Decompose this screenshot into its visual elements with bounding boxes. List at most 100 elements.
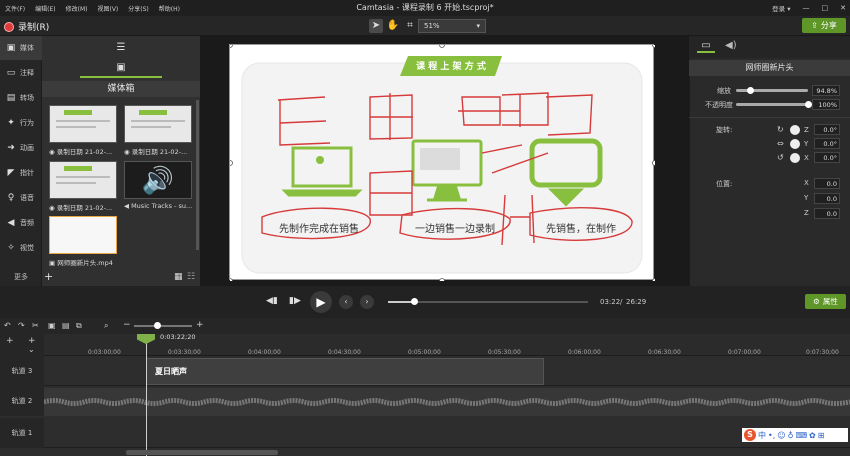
sogou-logo-icon[interactable]: S <box>744 429 756 441</box>
rotate-x-dial-icon[interactable] <box>790 153 800 163</box>
zoom-select[interactable]: 51% ▾ <box>418 19 486 33</box>
clip-track3[interactable]: 夏日晒声 <box>146 358 544 385</box>
timeline-zoom-slider[interactable] <box>134 325 192 327</box>
rotate-y-icon[interactable]: ⇔ <box>777 139 784 148</box>
nav-item-transitions[interactable]: ▤ 转场 <box>0 86 42 110</box>
bin-item[interactable]: 🔊 ◀ Music Tracks - su... <box>124 161 192 214</box>
ime-mode-icon[interactable]: 中 <box>758 430 766 441</box>
ruler-tick: 0:03:00;00 <box>88 349 121 356</box>
nav-item-animations[interactable]: ➜ 动画 <box>0 136 42 160</box>
nav-item-audio[interactable]: ◀ 音频 <box>0 211 42 235</box>
rotate-x-icon[interactable]: ↺ <box>777 153 784 162</box>
menu-share[interactable]: 分享(S) <box>123 4 154 13</box>
add-media-icon[interactable]: + <box>44 270 53 283</box>
emoji-icon[interactable]: ☺ <box>777 431 785 440</box>
nav-item-behaviors[interactable]: ✦ 行为 <box>0 111 42 135</box>
scale-value[interactable]: 94.8% <box>812 85 840 96</box>
opacity-slider-knob[interactable] <box>805 101 812 108</box>
nav-item-label: 视觉 <box>20 244 34 252</box>
audio-properties-icon[interactable]: ◀) <box>725 40 737 51</box>
pan-tool-icon[interactable]: ✋ <box>386 19 400 33</box>
ruler-tick: 0:07:00;00 <box>728 349 761 356</box>
animation-icon: ➜ <box>7 143 15 153</box>
cut-icon[interactable]: ✂ <box>32 321 39 330</box>
menu-file[interactable]: 文件(F) <box>0 4 30 13</box>
keyboard-icon[interactable]: ⌨ <box>795 431 807 440</box>
bin-item[interactable]: ◉ 录制日期 21-02-... <box>49 105 117 158</box>
position-z-value[interactable]: 0.0 <box>814 208 840 219</box>
voice-icon[interactable]: ♁ <box>788 431 794 440</box>
scrub-knob[interactable] <box>411 298 418 305</box>
menu-help[interactable]: 帮助(H) <box>154 4 185 13</box>
zoom-icon[interactable]: ⌕ <box>104 321 108 331</box>
audio-clip-track2[interactable] <box>44 388 850 416</box>
nav-item-visual[interactable]: ✧ 视觉 <box>0 236 42 260</box>
opacity-value[interactable]: 100% <box>812 99 840 110</box>
split-icon[interactable]: ⧉ <box>76 321 82 331</box>
copy-icon[interactable]: ▣ <box>48 321 56 330</box>
track-label[interactable]: 轨道 2 <box>0 386 44 416</box>
rotate-y-dial-icon[interactable] <box>790 139 800 149</box>
step-back-icon[interactable]: ◀▮ <box>266 296 278 306</box>
menu-edit[interactable]: 编辑(E) <box>30 4 60 13</box>
next-marker-icon[interactable]: › <box>360 295 374 309</box>
play-button[interactable]: ▶ <box>310 291 332 313</box>
account-menu[interactable]: 登录 ▾ <box>772 3 790 13</box>
list-view-icon[interactable]: ☰ <box>80 38 162 58</box>
opacity-label: 不透明度 <box>705 101 733 109</box>
redo-icon[interactable]: ↷ <box>18 321 25 330</box>
record-button[interactable]: 录制(R) <box>4 20 49 33</box>
visual-properties-icon[interactable]: ▭ <box>697 40 715 53</box>
nav-more[interactable]: 更多 <box>0 272 42 282</box>
preview-canvas[interactable]: 课 程 上 架 方 式 先制作完成在销售 一边销售一边录制 先销售，在制作 <box>229 44 655 281</box>
opacity-slider[interactable] <box>736 103 808 106</box>
grid-view-icon[interactable]: ▦ <box>174 272 183 282</box>
rotation-z-value[interactable]: 0.0° <box>814 124 840 135</box>
bin-scrollbar[interactable] <box>196 100 199 250</box>
share-button[interactable]: ⇪ 分享 <box>802 18 846 33</box>
position-y-value[interactable]: 0.0 <box>814 193 840 204</box>
minimize-icon[interactable]: — <box>803 4 810 12</box>
bin-item[interactable]: ◉ 录制日期 21-02-... <box>49 161 117 214</box>
punctuation-icon[interactable]: •, <box>768 431 775 440</box>
menu-modify[interactable]: 修改(M) <box>61 4 93 13</box>
paste-icon[interactable]: ▤ <box>62 321 70 330</box>
nav-item-voice[interactable]: ♀ 语音 <box>0 186 42 210</box>
select-tool-icon[interactable]: ➤ <box>369 19 383 33</box>
position-x-value[interactable]: 0.0 <box>814 178 840 189</box>
crop-tool-icon[interactable]: ⌗ <box>403 19 417 33</box>
timeline-scrollbar[interactable] <box>126 450 278 455</box>
chevron-down-icon[interactable]: ⌄ <box>28 345 35 354</box>
zoom-in-icon[interactable]: + <box>196 320 204 330</box>
film-strip-icon[interactable]: ▣ <box>80 58 162 78</box>
details-view-icon[interactable]: ☷ <box>187 272 195 282</box>
previous-marker-icon[interactable]: ‹ <box>339 295 353 309</box>
rotation-y-value[interactable]: 0.0° <box>814 138 840 149</box>
playhead-line[interactable] <box>146 334 147 456</box>
nav-item-annotations[interactable]: ▭ 注释 <box>0 61 42 85</box>
rotate-z-icon[interactable]: ↻ <box>777 125 784 134</box>
bin-item[interactable]: ◉ 录制日期 21-02-... <box>124 105 192 158</box>
zoom-out-icon[interactable]: − <box>123 320 131 330</box>
skin-icon[interactable]: ✿ <box>809 431 816 440</box>
maximize-icon[interactable]: □ <box>822 4 829 12</box>
scrub-track[interactable] <box>388 301 588 303</box>
undo-icon[interactable]: ↶ <box>4 321 11 330</box>
bin-item-selected[interactable]: ▣ 网师圈新片头.mp4 <box>49 216 117 269</box>
rotation-x-value[interactable]: 0.0° <box>814 152 840 163</box>
rotation-axis: Z <box>804 126 809 134</box>
step-forward-icon[interactable]: ▮▶ <box>289 296 301 306</box>
nav-item-cursor[interactable]: ◤ 指针 <box>0 161 42 185</box>
track-label[interactable]: 轨道 3 <box>0 356 44 386</box>
rotate-z-dial-icon[interactable] <box>790 125 800 135</box>
menu-view[interactable]: 视图(V) <box>92 4 123 13</box>
toolbox-icon[interactable]: ⊞ <box>818 431 825 440</box>
nav-item-media[interactable]: ▣ 媒体 <box>0 36 42 60</box>
close-icon[interactable]: ✕ <box>840 4 846 12</box>
properties-button[interactable]: ⚙ 属性 <box>805 294 846 309</box>
track-label[interactable]: 轨道 1 <box>0 418 44 448</box>
slide-caption-1: 先制作完成在销售 <box>279 224 359 235</box>
transition-icon: ▤ <box>6 93 16 103</box>
timeline-zoom-knob[interactable] <box>154 322 161 329</box>
add-track-icon[interactable]: + <box>6 336 14 346</box>
